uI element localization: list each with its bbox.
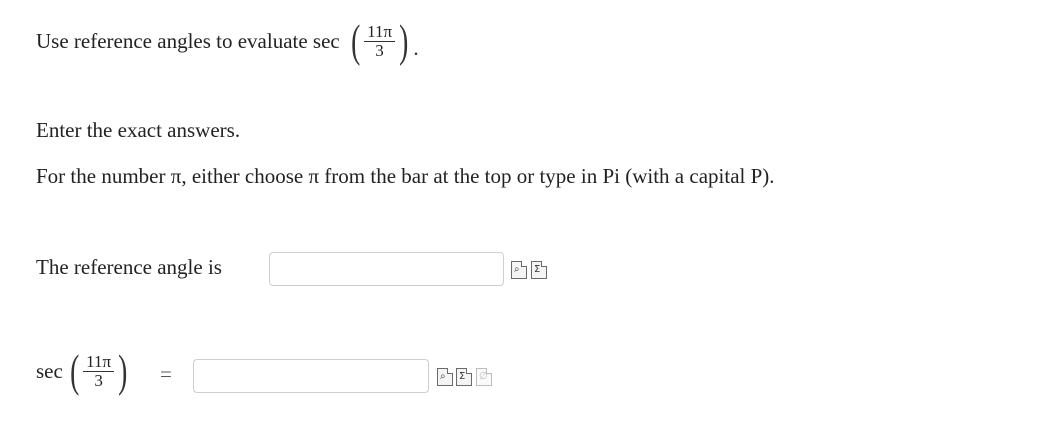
sec-function-label: sec	[36, 358, 63, 383]
preview-icon[interactable]: ⌕	[511, 261, 527, 279]
question-fraction: 11π 3	[364, 22, 396, 60]
sec-expression: sec ( 11π 3 )	[36, 348, 130, 394]
reference-angle-input[interactable]	[269, 252, 504, 286]
sec-answer-input[interactable]	[193, 359, 429, 393]
sec-denominator: 3	[94, 370, 103, 390]
reference-angle-label: The reference angle is	[36, 255, 222, 279]
equation-editor-icon[interactable]: Σ	[531, 261, 547, 279]
sec-numerator: 11π	[83, 352, 115, 372]
instruction-exact: Enter the exact answers.	[36, 118, 241, 142]
preview-icon[interactable]: ⌕	[437, 368, 453, 386]
question-denominator: 3	[375, 40, 384, 60]
question-numerator: 11π	[364, 22, 396, 42]
question-prompt: Use reference angles to evaluate sec ( 1…	[36, 18, 419, 64]
question-argument: ( 11π 3 )	[350, 15, 409, 66]
sec-argument: ( 11π 3 )	[69, 345, 128, 396]
question-period: .	[413, 35, 419, 60]
equation-editor-icon[interactable]: Σ	[456, 368, 472, 386]
sec-fraction: 11π 3	[83, 352, 115, 390]
equals-sign: =	[160, 362, 172, 386]
question-text: Use reference angles to evaluate sec	[36, 28, 340, 53]
instruction-pi-hint: For the number π, either choose π from t…	[36, 164, 775, 188]
not-applicable-icon[interactable]: ∅	[476, 368, 492, 386]
